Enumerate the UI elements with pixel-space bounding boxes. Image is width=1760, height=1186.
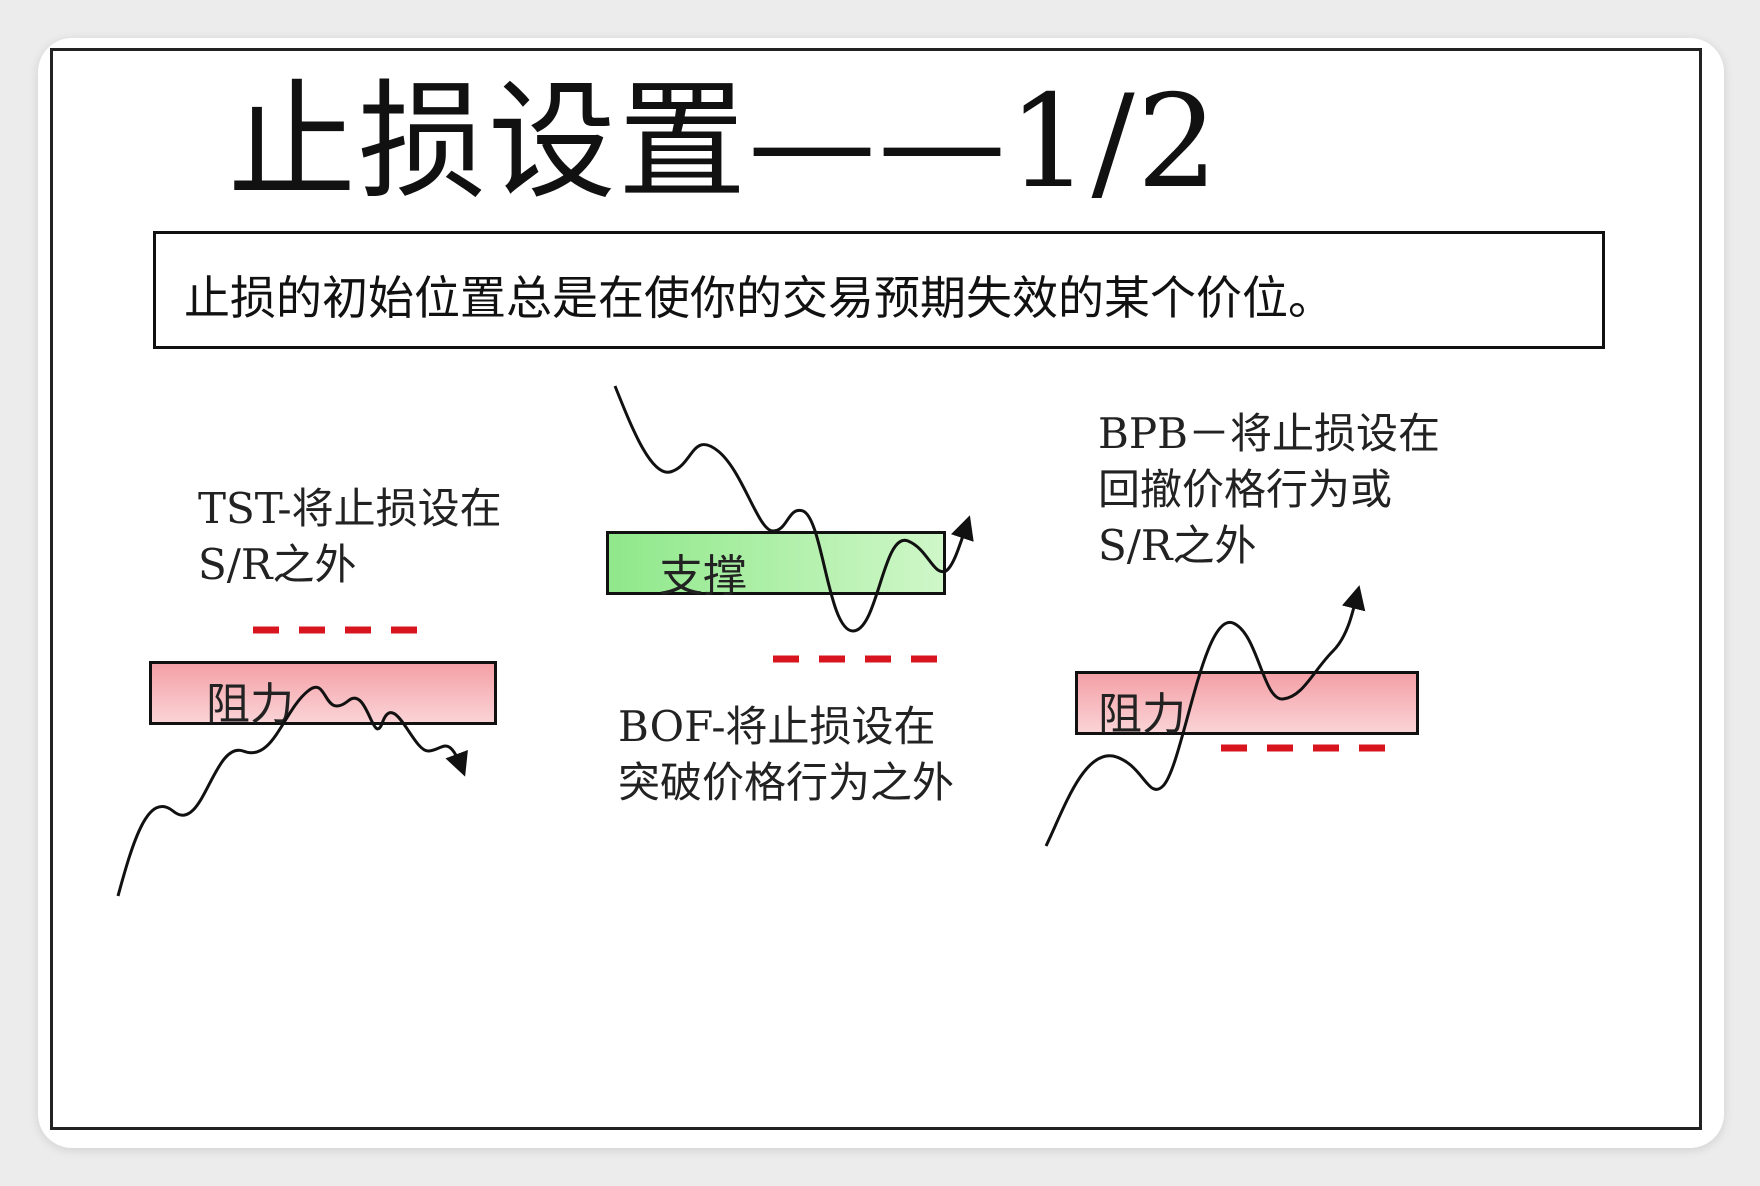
bpb-price-path	[1044, 585, 1366, 847]
price-action-diagram	[116, 385, 1401, 897]
tst-price-path	[116, 685, 468, 897]
bof-price-path	[613, 385, 974, 633]
slide: 止损设置——1/2 止损的初始位置总是在使你的交易预期失效的某个价位。 TST-…	[50, 48, 1702, 1130]
